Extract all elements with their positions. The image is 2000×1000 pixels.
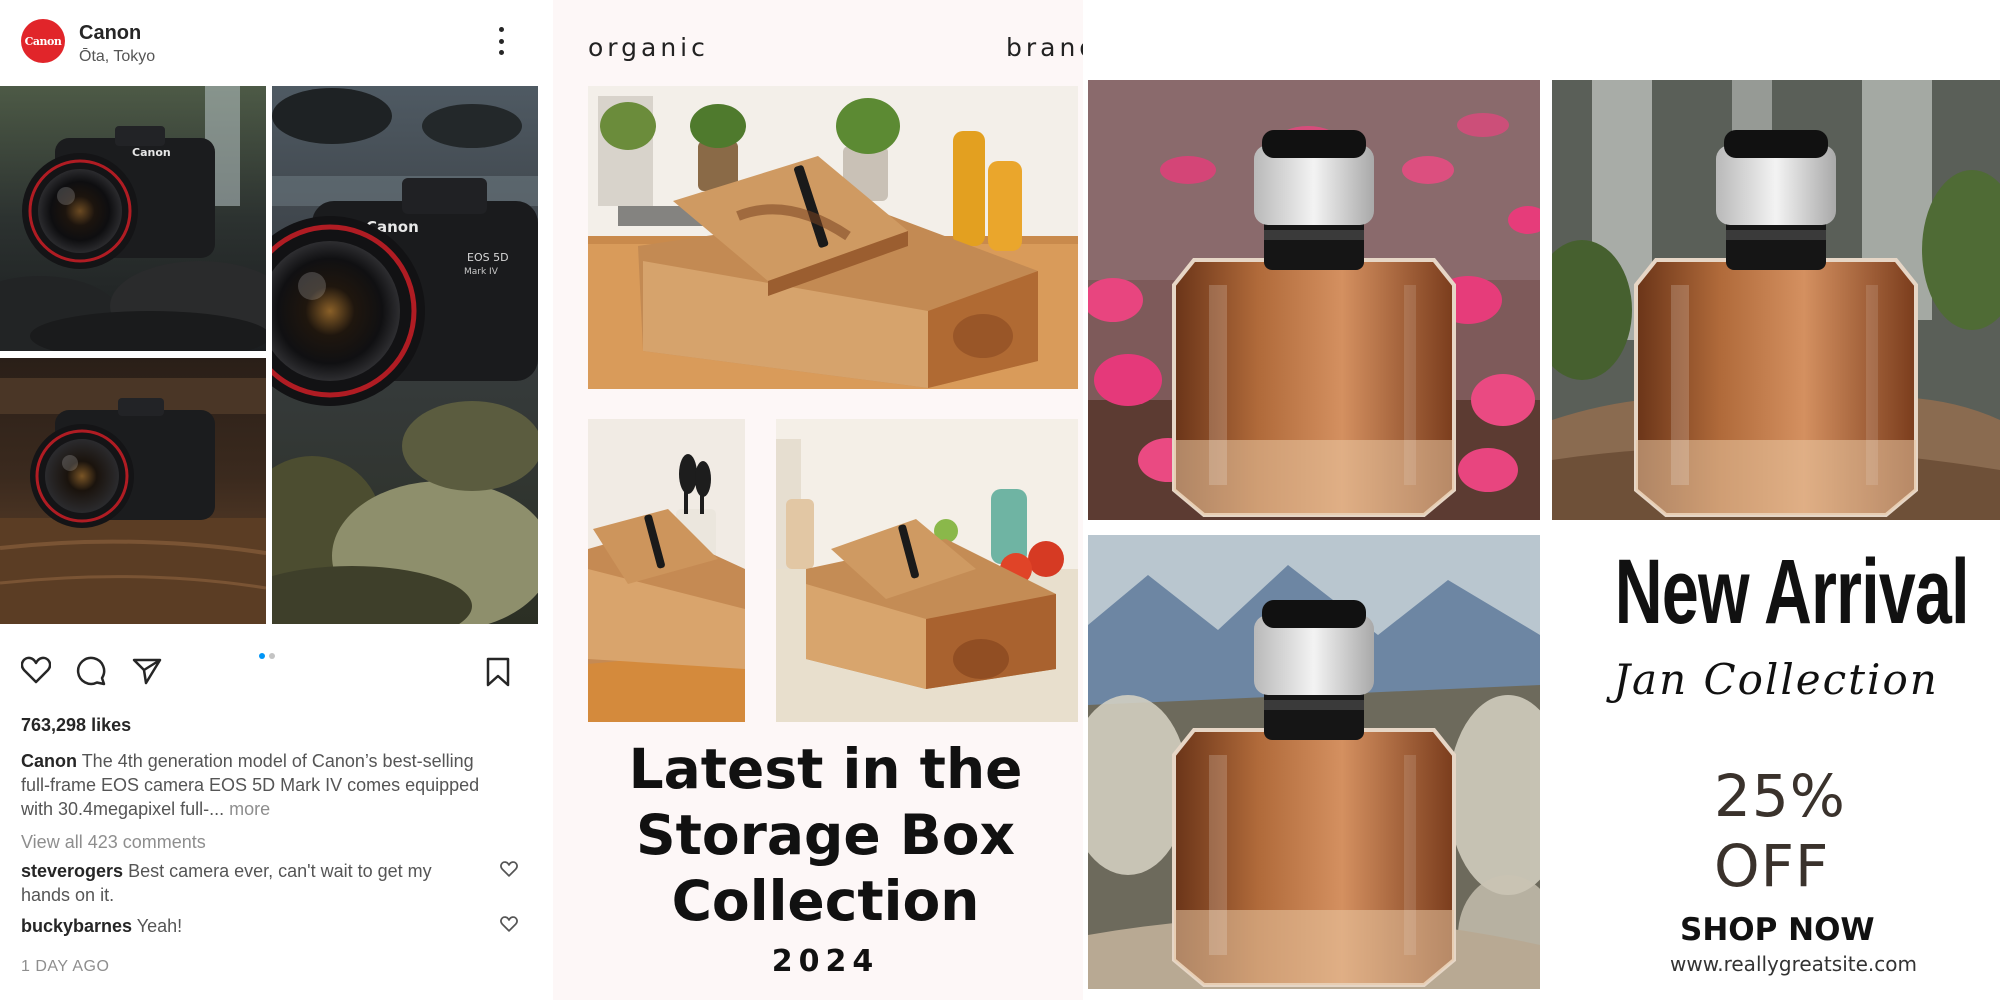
- storage-box-photo-kitchen: [776, 419, 1078, 722]
- perfume-photo-waterfall: [1552, 80, 2000, 520]
- post-caption: Canon The 4th generation model of Canon’…: [21, 749, 501, 821]
- avatar-logo-text: Canon: [24, 34, 62, 48]
- comment-username[interactable]: buckybarnes: [21, 916, 132, 936]
- storage-title-line: Storage Box: [636, 803, 1015, 867]
- comment-item: buckybarnes Yeah!: [21, 914, 461, 938]
- comment-icon[interactable]: [76, 656, 106, 686]
- share-icon[interactable]: [132, 657, 162, 685]
- instagram-post: Canon Canon Ōta, Tokyo Canon Canon EOS 5…: [0, 0, 553, 1000]
- discount-percent: 25%: [1714, 762, 1846, 830]
- post-username[interactable]: Canon: [79, 22, 141, 45]
- storage-year: 2024: [771, 944, 880, 979]
- bookmark-icon[interactable]: [486, 657, 510, 687]
- perfume-photo-mountains: [1088, 535, 1540, 989]
- photo-mark-label: Mark IV: [464, 267, 499, 277]
- post-location[interactable]: Ōta, Tokyo: [79, 48, 155, 66]
- new-arrival-headline: New Arrival: [1614, 541, 1970, 643]
- perfume-photo-petals: [1088, 80, 1540, 520]
- likes-count[interactable]: 763,298 likes: [21, 713, 131, 737]
- post-photo-wood-camera[interactable]: [0, 358, 266, 624]
- comment-username[interactable]: steverogers: [21, 861, 123, 881]
- post-photo-rock-camera[interactable]: Canon EOS 5D Mark IV: [272, 86, 538, 624]
- brand-word-left: organic: [588, 33, 709, 62]
- more-vertical-icon[interactable]: [490, 27, 512, 55]
- comment-text: Yeah!: [136, 916, 183, 936]
- carousel-dot-active: [259, 653, 265, 659]
- storage-box-photo-utensils: [588, 419, 745, 722]
- caption-username[interactable]: Canon: [21, 751, 77, 771]
- storage-title-line: Collection: [671, 869, 980, 933]
- storage-title-line: Latest in the: [628, 737, 1023, 801]
- comment-like-heart-icon[interactable]: [500, 916, 518, 932]
- photo-brand-label: Canon: [132, 146, 171, 159]
- website-link[interactable]: www.reallygreatsite.com: [1670, 952, 1917, 976]
- post-timestamp[interactable]: 1 DAY AGO: [21, 958, 109, 976]
- heart-icon[interactable]: [21, 656, 51, 684]
- carousel-dot: [269, 653, 275, 659]
- carousel-indicator: [259, 653, 275, 659]
- collection-subheadline: Jan Collection: [1613, 655, 1939, 704]
- view-all-comments-link[interactable]: View all 423 comments: [21, 830, 206, 854]
- perfume-poster: New Arrival Jan Collection: [1083, 0, 2000, 1000]
- discount-word: OFF: [1714, 832, 1830, 900]
- post-photo-waterfall-camera[interactable]: Canon: [0, 86, 266, 351]
- photo-model-label: EOS 5D: [467, 251, 509, 264]
- caption-more-link[interactable]: more: [229, 799, 270, 819]
- comment-like-heart-icon[interactable]: [500, 861, 518, 877]
- storage-box-photo-main: [588, 86, 1078, 389]
- storage-box-poster: organic brand Latest in the Storage Box …: [553, 0, 1095, 1000]
- comment-item: steverogers Best camera ever, can't wait…: [21, 859, 461, 907]
- shop-now-button[interactable]: SHOP NOW: [1680, 912, 1875, 948]
- avatar[interactable]: Canon: [21, 19, 65, 63]
- storage-title: Latest in the Storage Box Collection: [553, 736, 1098, 934]
